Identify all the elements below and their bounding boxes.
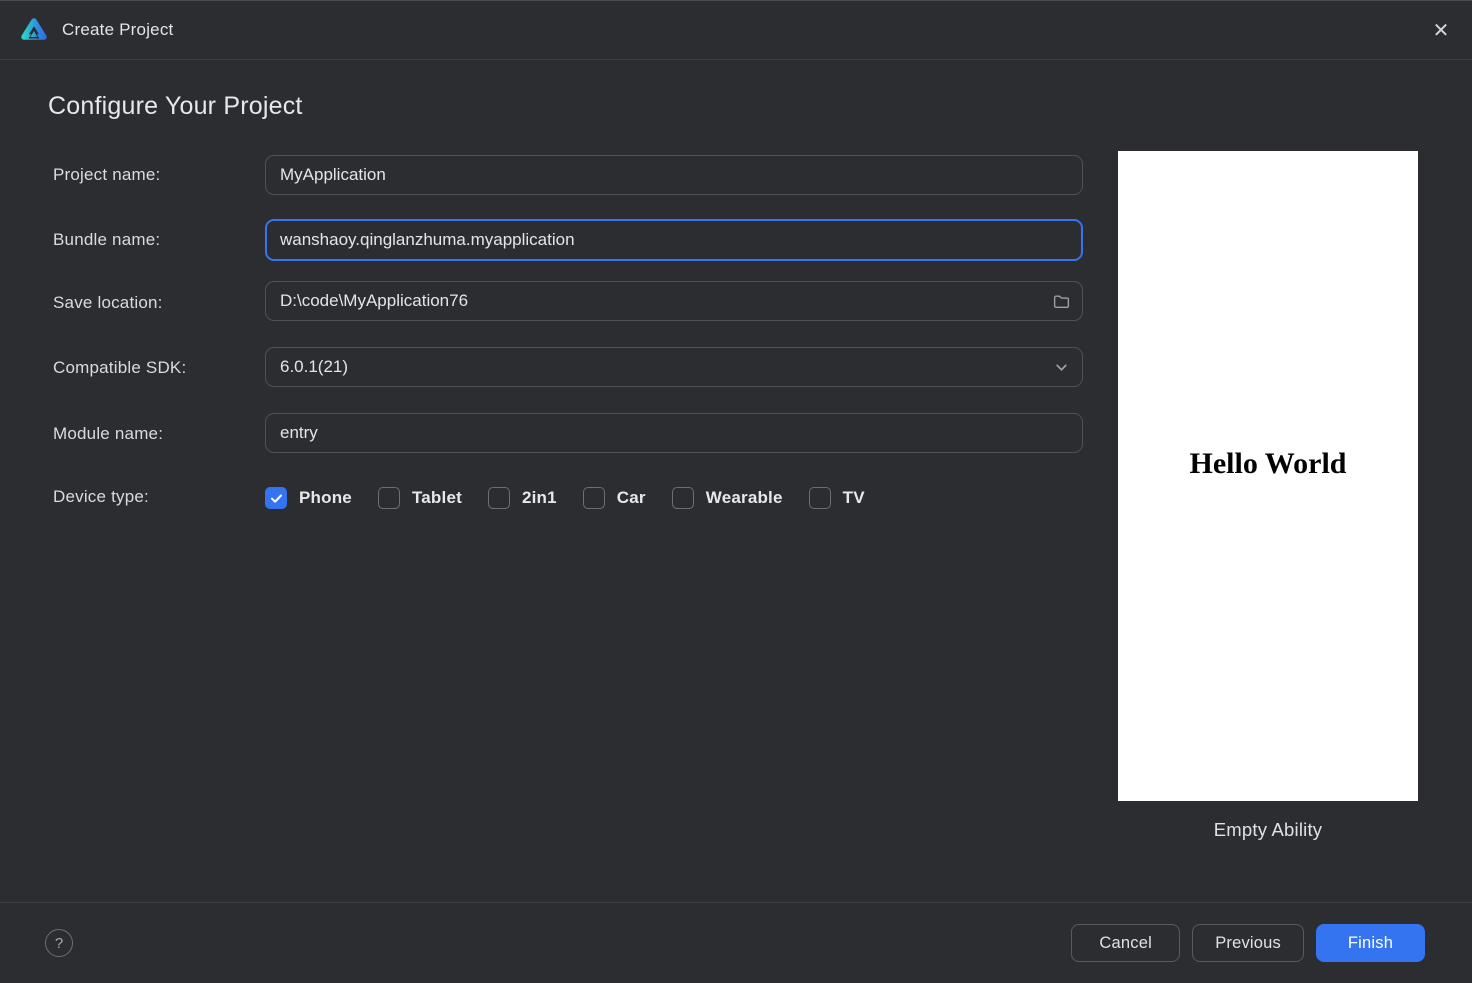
module-name-field-wrap — [265, 413, 1083, 453]
template-caption: Empty Ability — [1213, 819, 1323, 840]
wearable-checkbox[interactable] — [671, 487, 694, 509]
window-title: Create Project — [62, 20, 174, 39]
project-name-input[interactable] — [265, 155, 1083, 195]
device-type-tablet[interactable]: Tablet — [377, 487, 462, 509]
footer: ? Cancel Previous Finish — [0, 902, 1472, 983]
device-type-wearable[interactable]: Wearable — [671, 487, 783, 509]
device-type-car[interactable]: Car — [582, 487, 646, 509]
tv-checkbox[interactable] — [808, 487, 831, 509]
previous-button[interactable]: Previous — [1192, 924, 1304, 962]
car-checkbox[interactable] — [582, 487, 605, 509]
template-preview: Hello World — [1118, 151, 1418, 801]
compatible-sdk-label: Compatible SDK: — [53, 358, 187, 377]
finish-button[interactable]: Finish — [1316, 924, 1425, 962]
help-icon[interactable]: ? — [45, 929, 73, 957]
compatible-sdk-field-wrap — [265, 347, 1083, 387]
titlebar: Create Project ✕ — [0, 0, 1472, 60]
2in1-label: 2in1 — [521, 488, 557, 507]
phone-checkbox[interactable] — [265, 487, 287, 509]
bundle-name-field-wrap — [265, 219, 1083, 261]
folder-icon[interactable] — [1051, 291, 1071, 311]
bundle-name-input[interactable] — [265, 219, 1083, 261]
module-name-input[interactable] — [265, 413, 1083, 453]
device-type-label: Device type: — [53, 487, 149, 506]
checkmark-icon — [270, 493, 282, 503]
tablet-label: Tablet — [411, 488, 462, 507]
device-type-tv[interactable]: TV — [808, 487, 865, 509]
module-name-label: Module name: — [53, 424, 164, 443]
create-project-dialog: Create Project ✕ Configure Your Project … — [0, 0, 1472, 983]
device-type-options: Phone Tablet 2in1 Car Wearable TV — [265, 484, 865, 512]
phone-label: Phone — [299, 488, 352, 507]
page-title: Configure Your Project — [48, 92, 303, 120]
preview-hello-world-text: Hello World — [1189, 447, 1347, 480]
save-location-field-wrap — [265, 281, 1083, 321]
project-name-label: Project name: — [53, 165, 161, 184]
cancel-button[interactable]: Cancel — [1071, 924, 1181, 962]
device-type-phone[interactable]: Phone — [265, 487, 352, 509]
compatible-sdk-select[interactable] — [265, 347, 1083, 387]
tv-label: TV — [842, 488, 865, 507]
chevron-down-icon[interactable] — [1051, 357, 1071, 377]
close-icon[interactable]: ✕ — [1422, 11, 1460, 49]
project-name-field-wrap — [265, 155, 1083, 195]
tablet-checkbox[interactable] — [377, 487, 400, 509]
wearable-label: Wearable — [705, 488, 783, 507]
2in1-checkbox[interactable] — [487, 487, 510, 509]
device-type-2in1[interactable]: 2in1 — [487, 487, 557, 509]
save-location-label: Save location: — [53, 293, 163, 312]
bundle-name-label: Bundle name: — [53, 230, 161, 249]
save-location-input[interactable] — [265, 281, 1083, 321]
deveco-studio-logo-icon — [21, 18, 47, 40]
car-label: Car — [616, 488, 646, 507]
